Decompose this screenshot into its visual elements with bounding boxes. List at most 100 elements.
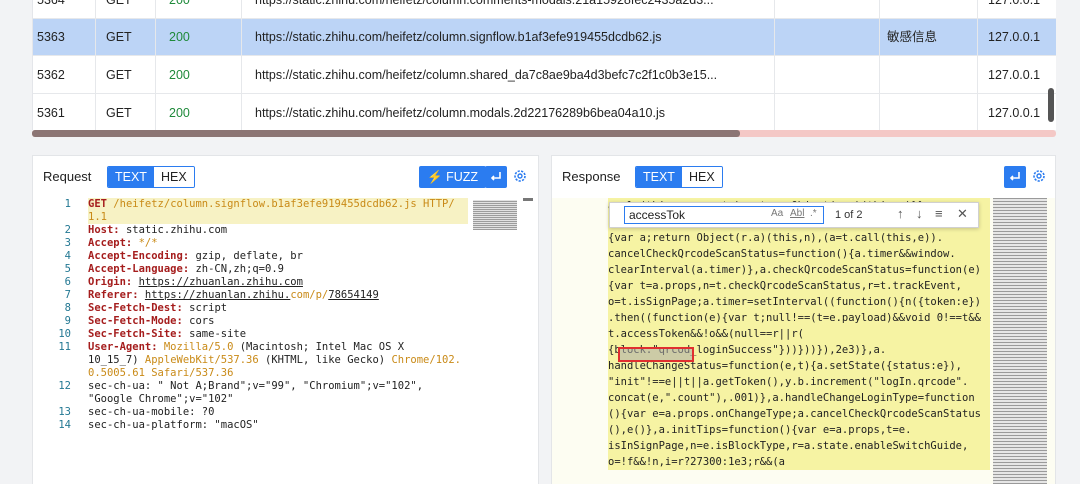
tag-cell: 敏感信息 [887,30,938,44]
settings-gear-icon[interactable] [1031,168,1047,184]
fuzz-button-label: FUZZ [446,170,478,184]
request-hex-tab[interactable]: HEX [153,167,194,187]
request-minimap[interactable] [469,198,521,484]
column-divider [241,0,242,130]
request-id: 5362 [37,68,65,82]
code-line: (){var e=a.props.onChangeType;a.cancelCh… [608,408,981,420]
code-line: Referer: https://zhuanlan.zhihu.com/p/78… [88,289,468,302]
fuzz-button[interactable]: ⚡ FUZZ [419,166,486,188]
previous-match-icon[interactable]: ↑ [897,206,904,221]
line-number: 13 [58,406,71,418]
code-token: cors [189,315,215,327]
table-row[interactable]: 5361 GET 200 https://static.zhihu.com/heife… [33,94,1056,130]
method-cell: GET [106,106,132,120]
word-wrap-button[interactable] [485,166,507,188]
settings-gear-icon[interactable] [512,168,528,184]
code-line: sec-ch-ua-mobile: ?0 [88,406,468,419]
code-line: .then((function(e){var t;null!==(t=e.pay… [608,312,981,324]
line-number: 8 [64,302,71,314]
response-editor[interactable]: apply(this,arguments);return Object(c.a)… [552,198,1055,484]
close-icon[interactable]: ✕ [957,206,968,222]
code-token: (KHTML, like Gecko) [265,354,392,366]
regex-toggle[interactable]: .* [810,208,817,219]
response-text-tab[interactable]: TEXT [636,167,682,187]
ip-cell: 127.0.0.1 [988,68,1041,82]
code-token: zh-CN,zh;q=0.9 [195,263,284,275]
table-row[interactable]: 5362 GET 200 https://static.zhihu.com/heife… [33,56,1056,94]
code-line: GET /heifetz/column.signflow.b1af3efe919… [88,198,468,211]
request-text-tab[interactable]: TEXT [108,167,154,187]
find-match-count: 1 of 2 [835,209,863,221]
find-in-selection-icon[interactable]: ≡ [935,206,943,221]
url-cell: https://static.zhihu.com/heifetz/column.… [255,30,662,44]
code-token: same-site [189,328,247,340]
response-minimap[interactable] [993,198,1047,484]
wrap-icon [490,172,501,181]
url-cell: https://static.zhihu.com/heifetz/column.… [255,0,714,7]
response-panel: Response TEXT HEX apply(this,arguments);… [551,155,1056,484]
code-token: 78654149 [328,289,379,301]
next-match-icon[interactable]: ↓ [916,206,923,221]
code-token: AppleWebKit/537.36 [144,354,266,366]
code-token: static.zhihu.com [125,224,228,236]
response-hex-tab[interactable]: HEX [681,167,722,187]
column-divider [879,0,880,130]
request-scrollbar-thumb[interactable] [523,198,533,201]
line-number: 14 [58,419,71,431]
line-number: 4 [64,250,71,262]
code-line: sec-ch-ua: " Not A;Brand";v="99", "Chrom… [88,380,468,393]
code-line: t.accessToken&&!o&&(null==r||r( [608,328,804,340]
horizontal-scrollbar-thumb[interactable] [32,130,740,137]
method-cell: GET [106,30,132,44]
table-row[interactable]: 5364 GET 200 https://static.zhihu.com/heife… [33,0,1056,19]
line-number: 9 [64,315,71,327]
match-case-toggle[interactable]: Aa [771,208,783,219]
line-number [33,354,71,367]
request-editor[interactable]: 1 2 3 4 5 6 7 8 9 10 11 12 13 14 GET /heifetz/column.… [33,198,538,484]
code-token: Accept: [88,237,139,249]
response-code[interactable]: apply(this,arguments);return Object(c.a)… [608,198,990,470]
horizontal-scrollbar[interactable] [32,130,1056,137]
code-token: Host: [88,224,126,236]
traffic-table: 5361 GET 200 https://static.zhihu.com/heife… [32,0,1056,130]
tag-cell [887,56,977,94]
code-line: sec-ch-ua-platform: "macOS" [88,419,468,432]
method-cell: GET [106,0,132,7]
code-token: 0.5005.61 Safari/537.36 [88,367,234,379]
status-cell: 200 [169,106,190,120]
request-id: 5363 [37,30,65,44]
code-token: /heifetz/column.signflow.b1af3efe919455d… [113,198,455,210]
request-code[interactable]: GET /heifetz/column.signflow.b1af3efe919… [88,198,468,432]
url-cell: https://static.zhihu.com/heifetz/column.… [255,106,665,120]
code-token: script [189,302,228,314]
table-row[interactable]: 5363 GET 200 https://static.zhihu.com/heife… [33,18,1056,56]
column-divider [95,0,96,130]
line-number [33,211,71,224]
code-line: Accept-Encoding: gzip, deflate, br [88,250,468,263]
status-cell: 200 [169,30,190,44]
code-line: Sec-Fetch-Dest: script [88,302,468,315]
find-widget: Aa Abl .* 1 of 2 ↑ ↓ ≡ ✕ [609,202,979,228]
page: 5361 GET 200 https://static.zhihu.com/heife… [0,0,1080,484]
tag-cell [887,94,977,130]
code-token: Origin: [88,276,139,288]
line-number: 2 [64,224,71,236]
search-match-highlight [618,347,694,362]
match-whole-word-toggle[interactable]: Abl [790,208,804,219]
code-line: (),e()},a.initTips=function(){var e=a.pr… [608,424,912,436]
code-line: Origin: https://zhuanlan.zhihu.com [88,276,468,289]
word-wrap-button[interactable] [1004,166,1026,188]
code-token: Mozilla/5.0 [163,341,240,353]
code-line: o=!f&&!n,i=r?27300:1e3;r&&(a [608,456,786,468]
vertical-scrollbar-thumb[interactable] [1048,88,1054,122]
column-divider [774,0,775,130]
code-line: Accept: */* [88,237,468,250]
code-token: sec-ch-ua: " Not A;Brand";v="99", "Chrom… [88,380,424,392]
wrap-icon [1009,172,1020,181]
line-number: 5 [64,263,71,275]
line-number: 3 [64,237,71,249]
code-token: Referer: [88,289,145,301]
ip-cell: 127.0.0.1 [988,0,1041,7]
code-token: https://zhuanlan.zhihu.com [138,276,303,288]
code-line: 1.1 [88,211,468,224]
